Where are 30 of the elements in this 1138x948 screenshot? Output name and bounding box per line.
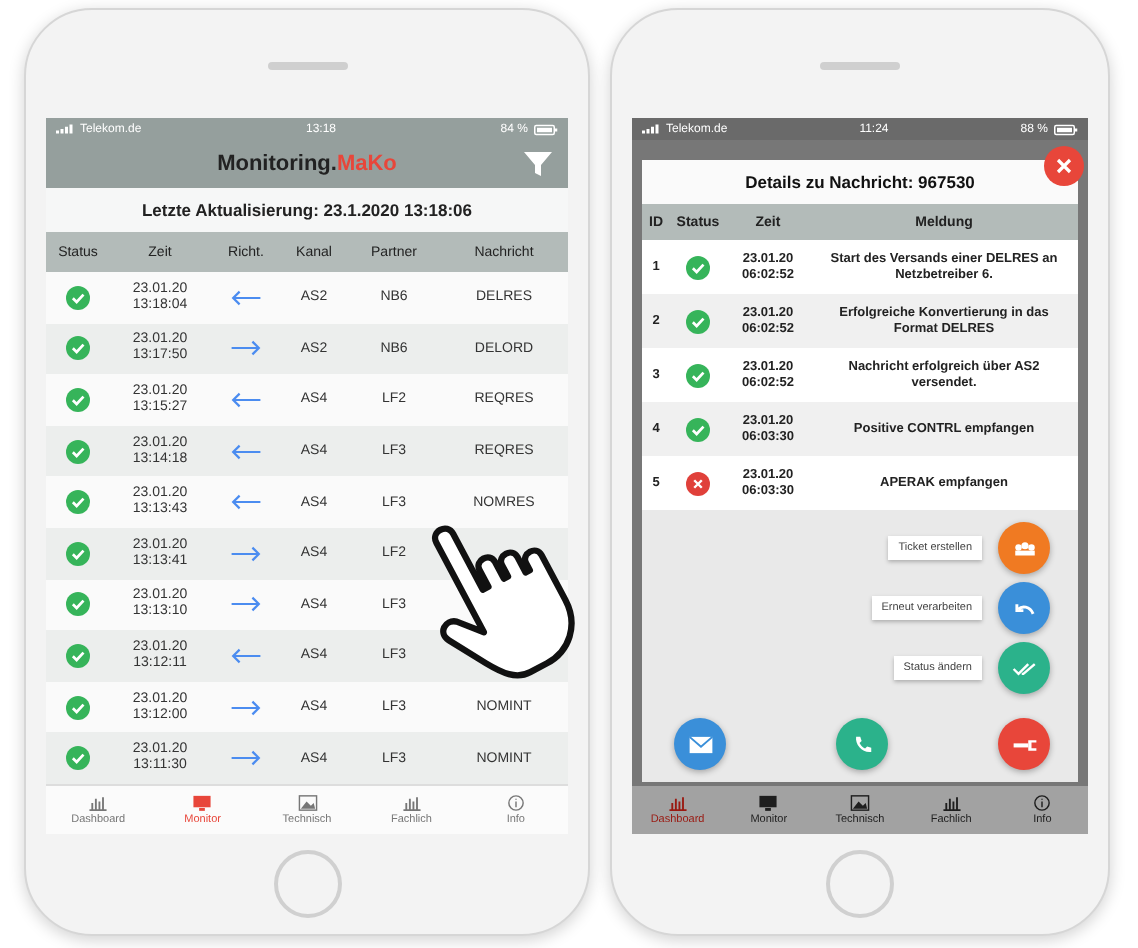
mail-button[interactable] — [674, 718, 726, 770]
battery-icon — [1053, 123, 1078, 135]
close-icon[interactable] — [1044, 146, 1084, 186]
mail-icon — [687, 733, 713, 755]
last-update-text: Letzte Aktualisierung: 23.1.2020 13:18:06 — [139, 198, 475, 224]
ticket-button[interactable] — [998, 522, 1050, 574]
people-icon — [1011, 537, 1037, 559]
speaker-slot — [267, 62, 347, 70]
battery-icon — [533, 123, 558, 135]
image-icon — [849, 794, 870, 812]
status-button[interactable] — [998, 642, 1050, 694]
filter-icon[interactable] — [524, 150, 552, 178]
image-icon — [297, 794, 317, 812]
dialog-title: Details zu Nachricht: 967530 — [642, 160, 1078, 204]
tools-button[interactable] — [998, 718, 1050, 770]
app-title: Monitoring.MaKo — [217, 152, 397, 176]
call-button[interactable] — [836, 718, 888, 770]
speaker-slot — [820, 62, 900, 70]
double-check-icon — [1011, 657, 1037, 679]
bar-chart-icon — [88, 794, 109, 812]
signal-icon — [642, 124, 660, 134]
monitor-icon — [758, 794, 779, 812]
signal-icon — [56, 124, 74, 134]
bar-chart-icon — [667, 794, 688, 812]
bar-chart-icon — [401, 794, 422, 812]
info-icon — [505, 794, 526, 812]
bar-chart-icon — [941, 794, 962, 812]
monitor-icon — [192, 794, 213, 812]
retry-button[interactable] — [998, 582, 1050, 634]
info-icon — [1032, 794, 1053, 812]
